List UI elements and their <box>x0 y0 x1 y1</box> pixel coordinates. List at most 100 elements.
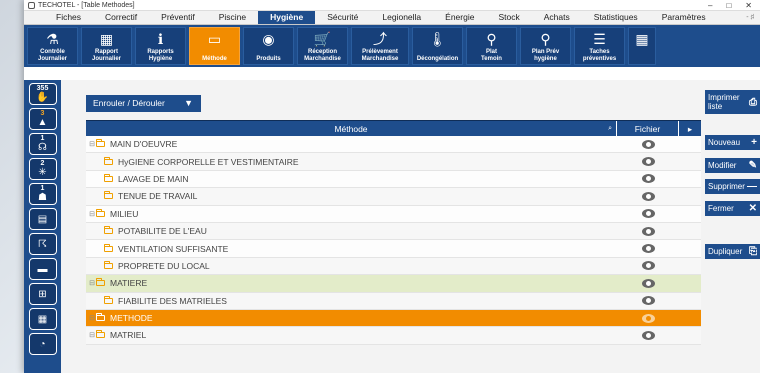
dupliquer-button[interactable]: Dupliquer ⎘ <box>705 244 760 259</box>
menu-item-hygiene[interactable]: Hygiène <box>258 11 316 24</box>
file-cell <box>617 244 679 254</box>
eye-icon[interactable] <box>641 313 655 323</box>
column-header-method[interactable]: Méthode ⌕ <box>86 121 617 136</box>
file-cell <box>617 226 679 236</box>
menu-item-statistiques[interactable]: Statistiques <box>582 11 650 24</box>
method-cell: PROPRETE DU LOCAL <box>86 260 617 271</box>
toolbar-button-planprev[interactable]: ⚲ Plan Prév hygiène <box>520 27 571 65</box>
org-chart-icon: ⊞ <box>38 288 47 300</box>
imprimer-icon: ⎙ <box>749 96 757 108</box>
table-row[interactable]: ⊟ MILIEU <box>86 205 701 223</box>
method-label: MATRIEL <box>110 330 147 341</box>
toolbar-button-calendar[interactable]: ▦ <box>628 27 656 65</box>
menu-item-energie[interactable]: Énergie <box>433 11 486 24</box>
folder-icon <box>104 156 113 165</box>
column-header-file[interactable]: Fichier <box>617 121 679 136</box>
toolbar-button-decongelation[interactable]: 🌡 Décongélation <box>412 27 463 65</box>
table-row[interactable]: ⊟ MATRIEL <box>86 327 701 345</box>
toolbar-button-methode[interactable]: ▭ Méthode <box>189 27 240 65</box>
file-cell <box>617 278 679 288</box>
supprimer-button[interactable]: Supprimer — <box>705 179 760 194</box>
action-label: Nouveau <box>708 138 741 147</box>
eye-icon[interactable] <box>641 174 655 184</box>
table-row[interactable]: VENTILATION SUFFISANTE <box>86 240 701 258</box>
sidebar-item-truck[interactable]: ▬ <box>28 258 57 280</box>
sidebar-item-sun[interactable]: 2 ✳ <box>28 158 57 180</box>
table-header: Méthode ⌕ Fichier ▸ <box>86 120 701 136</box>
eye-icon[interactable] <box>641 139 655 149</box>
toolbar-button-taches[interactable]: ☰ Taches préventives <box>574 27 625 65</box>
table-row[interactable]: HyGIENE CORPORELLE ET VESTIMENTAIRE <box>86 153 701 171</box>
method-cell: TENUE DE TRAVAIL <box>86 191 617 201</box>
eye-icon[interactable] <box>641 157 655 167</box>
menu-item-achats[interactable]: Achats <box>532 11 582 24</box>
sidebar-item-alert-person[interactable]: 3 ▲ <box>28 108 57 130</box>
menu-item-preventif[interactable]: Préventif <box>149 11 207 24</box>
eye-icon[interactable] <box>641 191 655 201</box>
sidebar-item-headset[interactable]: 1 ☊ <box>28 133 57 155</box>
menu-item-securite[interactable]: Sécurité <box>315 11 370 24</box>
eye-icon[interactable] <box>641 209 655 219</box>
expand-toggle-icon[interactable]: ⊟ <box>88 140 96 148</box>
toolbar-button-plat[interactable]: ⚲ Plat Temoin <box>466 27 517 65</box>
menu-item-stock[interactable]: Stock <box>486 11 531 24</box>
sidebar-item-document[interactable]: ▤ <box>28 208 57 230</box>
mdi-controls[interactable]: - ♯ <box>746 11 760 24</box>
file-cell <box>617 313 679 323</box>
close-window-button[interactable]: ✕ <box>745 1 752 10</box>
expand-toggle-icon[interactable]: ⊟ <box>88 210 96 218</box>
table-row[interactable]: ⊟ MATIERE <box>86 275 701 293</box>
menu-item-legionella[interactable]: Legionella <box>370 11 433 24</box>
sidebar-item-org-chart[interactable]: ⊞ <box>28 283 57 305</box>
menu-item-fiches[interactable]: Fiches <box>44 11 93 24</box>
toolbar-button-prelevement[interactable]: ⤴ Prélèvement Marchandise <box>351 27 409 65</box>
expand-collapse-dropdown[interactable]: Enrouler / Dérouler ▼ <box>86 95 201 112</box>
method-label: TENUE DE TRAVAIL <box>118 191 198 202</box>
table-row[interactable]: ⊟ METHODE <box>86 309 701 328</box>
table-row[interactable]: PROPRETE DU LOCAL <box>86 257 701 276</box>
toolbar-button-reception[interactable]: 🛒 Réception Marchandise <box>297 27 348 65</box>
toolbar-button-rapport[interactable]: ▦ Rapport Journalier <box>81 27 132 65</box>
table-row[interactable]: TENUE DE TRAVAIL <box>86 188 701 206</box>
nouveau-button[interactable]: Nouveau + <box>705 135 760 150</box>
table-row[interactable]: POTABILITE DE L'EAU <box>86 222 701 241</box>
sidebar-item-thumbs-down[interactable]: 355 ✋ <box>28 83 57 105</box>
supprimer-icon: — <box>747 181 757 192</box>
hand-bucket-icon: ☗ <box>38 192 47 203</box>
table-row[interactable]: LAVAGE DE MAIN <box>86 170 701 189</box>
table-row[interactable]: ⊟ MAIN D'OEUVRE <box>86 136 701 154</box>
ribbon-toolbar: ⚗ Contrôle Journalier ▦ Rapport Journalier ℹ… <box>24 25 760 67</box>
eye-icon[interactable] <box>641 330 655 340</box>
maximize-button[interactable]: □ <box>726 1 731 10</box>
file-cell <box>617 209 679 219</box>
modifier-button[interactable]: Modifier ✎ <box>705 158 760 173</box>
column-chooser-icon[interactable]: ▸ <box>679 121 701 136</box>
toolbar-button-label: Méthode <box>202 55 227 62</box>
eye-icon[interactable] <box>641 261 655 271</box>
app-window: TECHOTEL - [Table Methodes] – □ ✕ Fiches… <box>24 0 760 373</box>
toolbar-button-controle[interactable]: ⚗ Contrôle Journalier <box>27 27 78 65</box>
menu-item-piscine[interactable]: Piscine <box>207 11 258 24</box>
expand-toggle-icon[interactable]: ⊟ <box>88 314 96 322</box>
sidebar-item-gauge[interactable]: ◔ <box>28 333 57 355</box>
eye-icon[interactable] <box>641 278 655 288</box>
menu-item-parametres[interactable]: Paramètres <box>650 11 718 24</box>
imprimer-button[interactable]: Imprimer liste ⎙ <box>705 90 760 114</box>
expand-toggle-icon[interactable]: ⊟ <box>88 331 96 339</box>
menu-item-correctif[interactable]: Correctif <box>93 11 149 24</box>
expand-toggle-icon[interactable]: ⊟ <box>88 279 96 287</box>
fermer-button[interactable]: Fermer ✕ <box>705 201 760 216</box>
sidebar-item-worker[interactable]: ☈ <box>28 233 57 255</box>
sidebar-item-calendar[interactable]: ▦ <box>28 308 57 330</box>
toolbar-button-rapports[interactable]: ℹ Rapports Hygiène <box>135 27 186 65</box>
minimize-button[interactable]: – <box>708 1 712 10</box>
method-label: MILIEU <box>110 208 139 219</box>
eye-icon[interactable] <box>641 226 655 236</box>
file-cell <box>617 174 679 184</box>
window-title: TECHOTEL - [Table Methodes] <box>38 1 135 9</box>
eye-icon[interactable] <box>641 296 655 306</box>
table-row[interactable]: FIABILITE DES MATRIELES <box>86 292 701 310</box>
toolbar-button-produits[interactable]: ◉ Produits <box>243 27 294 65</box>
eye-icon[interactable] <box>641 244 655 254</box>
sidebar-item-hand-bucket[interactable]: 1 ☗ <box>28 183 57 205</box>
